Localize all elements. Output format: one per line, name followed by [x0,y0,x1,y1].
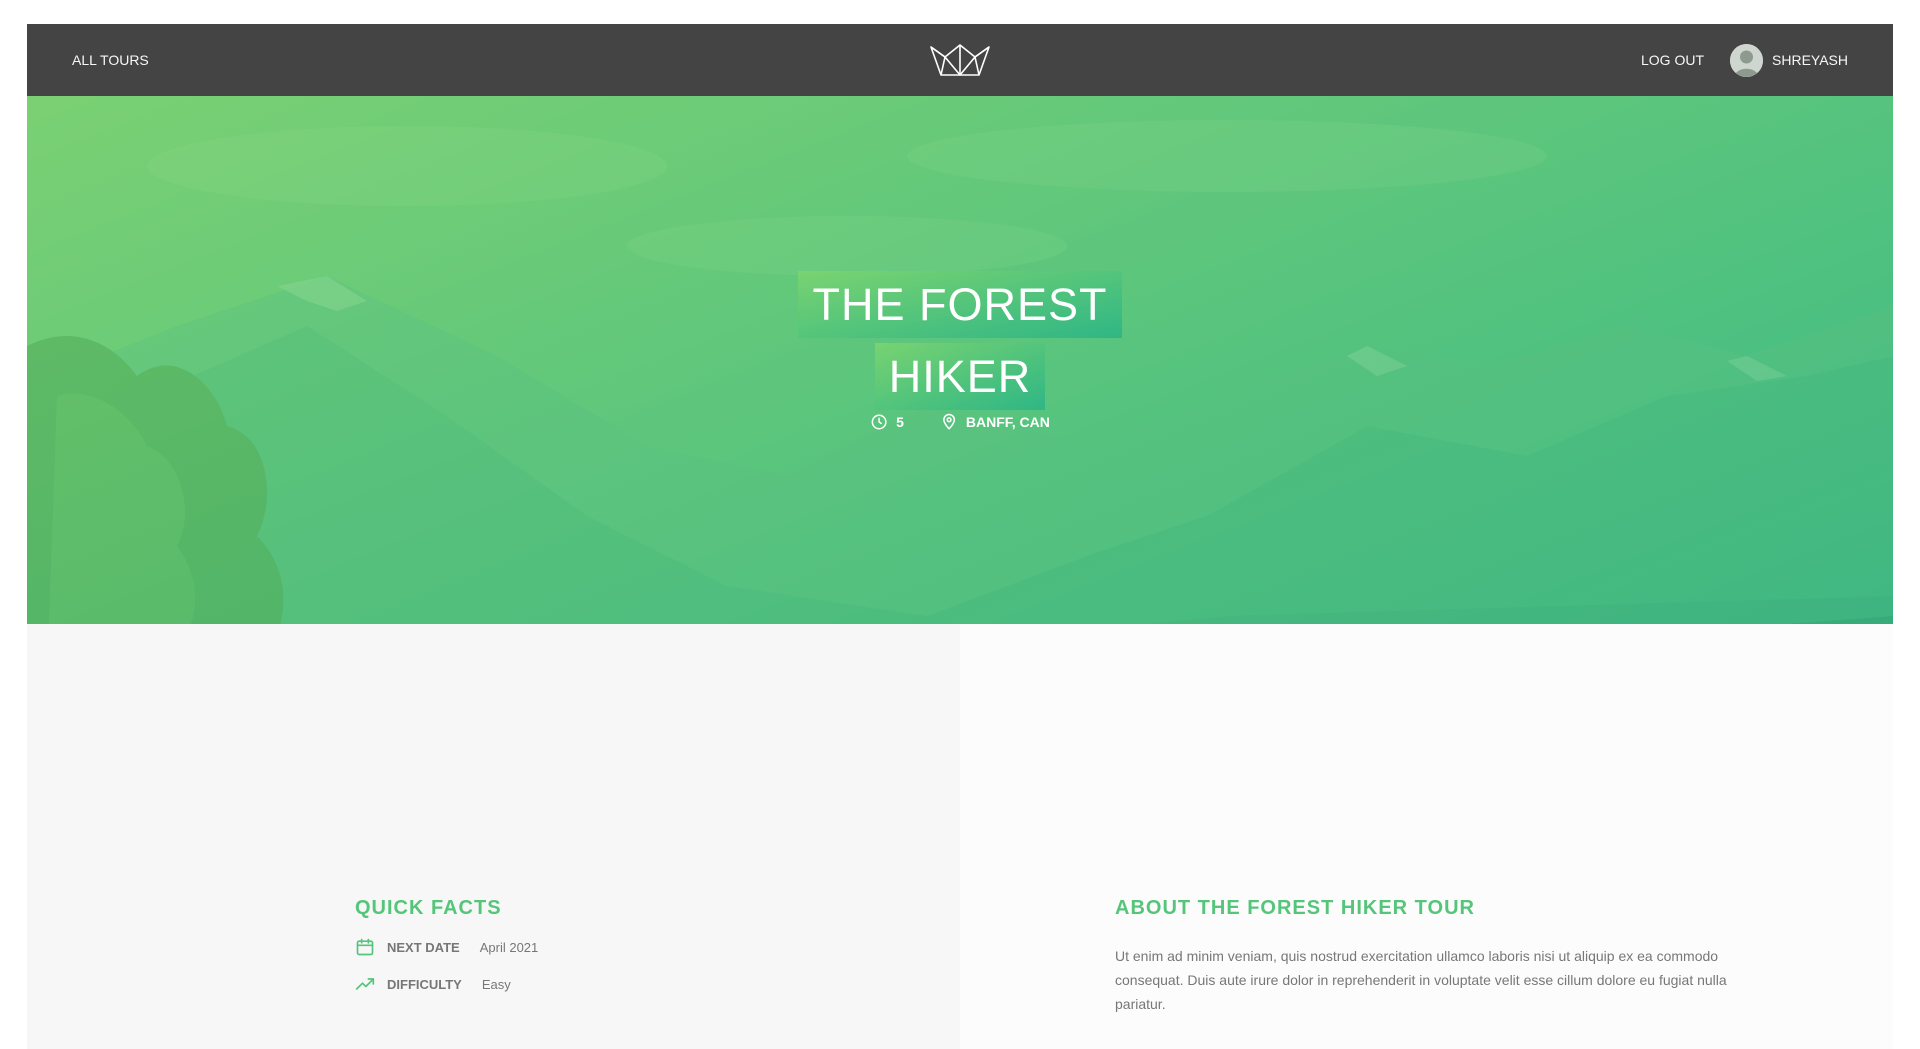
duration-detail: 5 [870,413,904,431]
logo-icon[interactable] [929,43,991,77]
user-avatar-icon [1730,43,1764,77]
site-header: All tours Log out SHREYA [27,24,1893,96]
all-tours-link[interactable]: All tours [72,52,149,68]
user-nav: Log out SHREYASH [1641,43,1848,77]
trending-up-icon [355,978,375,990]
tour-title: The Forest Hiker [750,269,1170,413]
hero-details: 5 Banff, CAN [870,413,1050,431]
clock-icon [871,414,887,430]
user-name: SHREYASH [1772,52,1848,68]
avatar [1730,43,1764,77]
about-section: About the forest hiker tour Ut enim ad m… [1115,897,1740,1016]
calendar-icon [356,938,374,956]
location-value: Banff, CAN [965,414,1050,430]
quick-facts-heading: Quick facts [355,897,502,919]
fact-next-date: Next date April 2021 [355,937,538,957]
map-pin-icon [942,413,955,430]
fact-value: Easy [481,976,511,992]
page-frame: All tours Log out SHREYA [27,24,1893,1049]
location-detail: Banff, CAN [940,413,1050,431]
duration-value: 5 [896,414,904,430]
user-profile-link[interactable]: SHREYASH [1730,43,1848,77]
tour-title-text: The Forest Hiker [798,271,1122,411]
quick-facts: Quick facts Next date April 2021 Difficu… [355,897,538,994]
fact-label: Next date [387,939,460,955]
fact-value: April 2021 [479,939,539,955]
logout-link[interactable]: Log out [1641,52,1704,68]
about-description: Ut enim ad minim veniam, quis nostrud ex… [1115,948,1727,1012]
fact-label: Difficulty [387,976,462,992]
fact-difficulty: Difficulty Easy [355,974,538,994]
about-heading: About the forest hiker tour [1115,897,1475,919]
